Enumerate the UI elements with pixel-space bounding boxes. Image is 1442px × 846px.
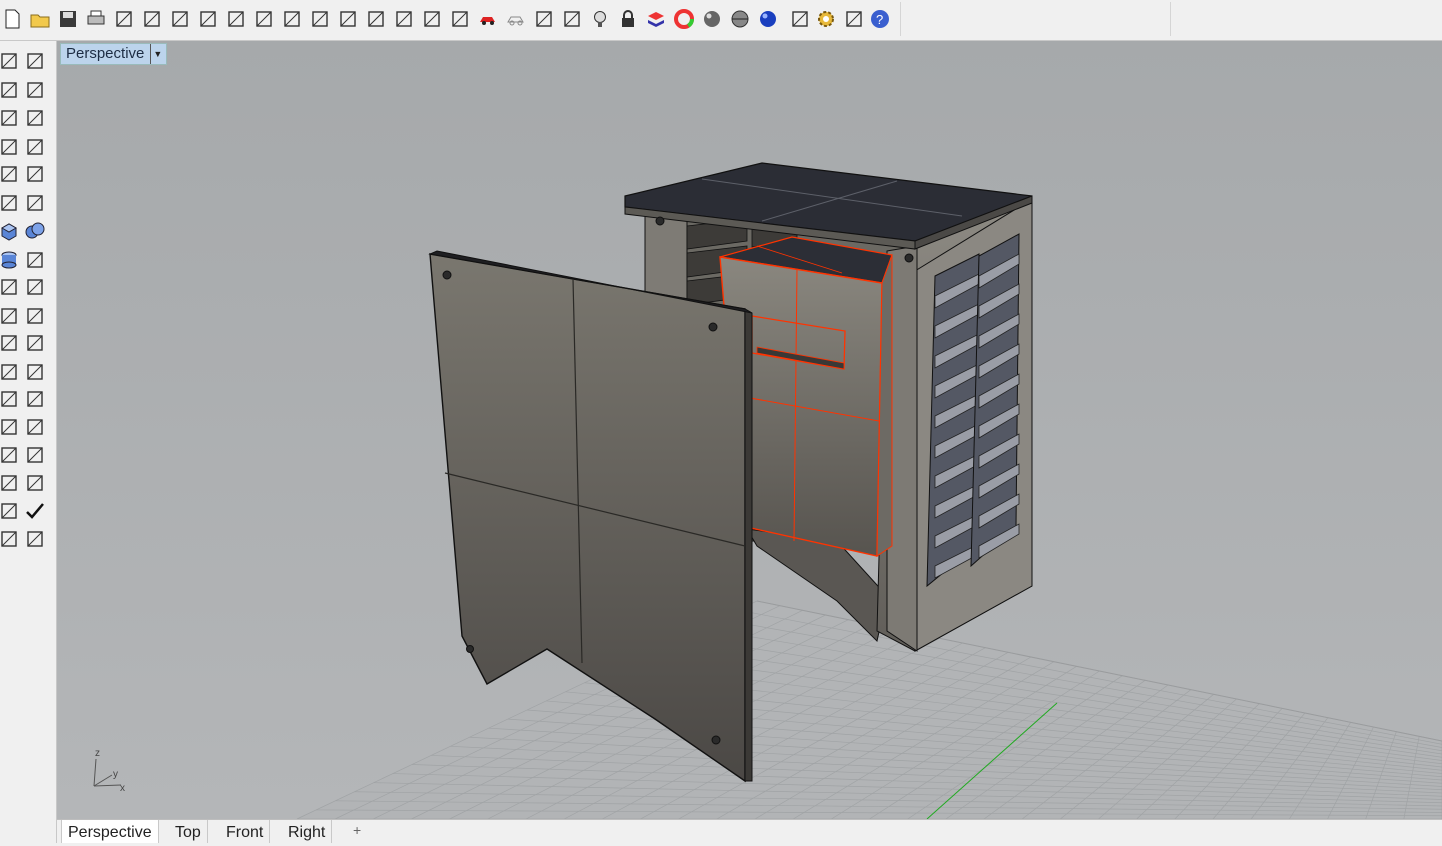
box-icon[interactable] [0, 218, 22, 244]
sphere-gray-icon[interactable] [699, 5, 725, 33]
render-icon[interactable] [22, 526, 48, 552]
print-icon[interactable] [83, 5, 109, 33]
copy-icon[interactable] [167, 5, 193, 33]
tab-perspective[interactable]: Perspective [61, 820, 159, 843]
mirror-icon[interactable] [22, 414, 48, 440]
axis-indicator: z y x [94, 748, 125, 794]
zoom-window-icon[interactable] [335, 5, 361, 33]
polygon-icon[interactable] [0, 161, 22, 187]
left-toolbox [0, 41, 57, 843]
light-bulb-icon[interactable] [587, 5, 613, 33]
distribute-icon[interactable] [22, 470, 48, 496]
select-arrow-icon[interactable] [0, 48, 22, 74]
help-icon[interactable]: ? [867, 5, 893, 33]
group-icon[interactable] [0, 330, 22, 356]
car-shade-icon[interactable] [475, 5, 501, 33]
arc-icon[interactable] [0, 134, 22, 160]
trim-icon[interactable] [22, 274, 48, 300]
pen-icon[interactable] [787, 5, 813, 33]
boolean-spheres-icon[interactable] [22, 218, 48, 244]
model-scene[interactable]: z y x [57, 41, 1442, 819]
viewport-tabs: Perspective Top Front Right + [57, 819, 1442, 844]
zoom-selected-icon[interactable] [391, 5, 417, 33]
blend-icon[interactable] [22, 359, 48, 385]
svg-text:x: x [120, 783, 125, 794]
fillet-curve-icon[interactable] [22, 161, 48, 187]
align-icon[interactable] [22, 442, 48, 468]
save-icon[interactable] [55, 5, 81, 33]
sphere-blue-icon[interactable] [755, 5, 781, 33]
cut-icon[interactable] [139, 5, 165, 33]
chevron-down-icon[interactable]: ▼ [150, 44, 162, 64]
flow-icon[interactable] [0, 498, 22, 524]
split-icon[interactable] [0, 303, 22, 329]
surface-icon[interactable] [0, 190, 22, 216]
grid-array-icon[interactable] [0, 470, 22, 496]
circle-target-icon[interactable] [531, 5, 557, 33]
tab-top[interactable]: Top [169, 820, 208, 843]
polyline-icon[interactable] [0, 77, 22, 103]
paste-icon[interactable] [195, 5, 221, 33]
tab-front[interactable]: Front [220, 820, 270, 843]
car-wireframe-icon[interactable] [503, 5, 529, 33]
perspective-viewport[interactable]: z y x Perspective ▼ [57, 41, 1442, 819]
sphere-rendered-icon[interactable] [727, 5, 753, 33]
mesh-plane-icon[interactable] [22, 247, 48, 273]
point-icon[interactable] [22, 48, 48, 74]
svg-text:y: y [113, 769, 118, 780]
four-viewports-icon[interactable] [447, 5, 473, 33]
new-file-icon[interactable] [0, 5, 25, 33]
array-icon[interactable] [0, 414, 22, 440]
text-icon[interactable] [0, 386, 22, 412]
ungroup-icon[interactable] [22, 330, 48, 356]
join-icon[interactable] [22, 303, 48, 329]
surface-edit-icon[interactable] [22, 190, 48, 216]
viewport-title[interactable]: Perspective ▼ [60, 43, 167, 65]
zoom-icon[interactable] [307, 5, 333, 33]
rotate-camera-icon[interactable] [419, 5, 445, 33]
tab-right[interactable]: Right [282, 820, 332, 843]
pan-hand-icon[interactable] [251, 5, 277, 33]
ellipse-icon[interactable] [22, 105, 48, 131]
rotate-view-icon[interactable] [279, 5, 305, 33]
dimension-icon[interactable] [841, 5, 867, 33]
extrude-box-icon[interactable] [0, 442, 22, 468]
settings-gear-icon[interactable] [813, 5, 839, 33]
toolbar-divider [1170, 2, 1171, 36]
scale-icon[interactable] [22, 386, 48, 412]
viewport-title-label: Perspective [66, 44, 144, 64]
rectangle-icon[interactable] [22, 134, 48, 160]
main-toolbar: ? [0, 0, 1442, 41]
check-icon[interactable] [22, 498, 48, 524]
svg-text:?: ? [876, 12, 883, 27]
svg-text:z: z [95, 748, 100, 759]
import-icon[interactable] [111, 5, 137, 33]
explode-gear-icon[interactable] [0, 274, 22, 300]
circle-icon[interactable] [0, 105, 22, 131]
snap-grid-icon[interactable] [559, 5, 585, 33]
toolbar-divider [900, 2, 901, 36]
add-tab-button[interactable]: + [353, 822, 361, 838]
cylinder-icon[interactable] [0, 247, 22, 273]
lock-icon[interactable] [615, 5, 641, 33]
offset-icon[interactable] [0, 359, 22, 385]
undo-icon[interactable] [223, 5, 249, 33]
color-wheel-icon[interactable] [671, 5, 697, 33]
zoom-extents-icon[interactable] [363, 5, 389, 33]
layer-icon[interactable] [643, 5, 669, 33]
analyze-icon[interactable] [0, 526, 22, 552]
side-louvers [927, 234, 1019, 586]
open-folder-icon[interactable] [27, 5, 53, 33]
curve-icon[interactable] [22, 77, 48, 103]
